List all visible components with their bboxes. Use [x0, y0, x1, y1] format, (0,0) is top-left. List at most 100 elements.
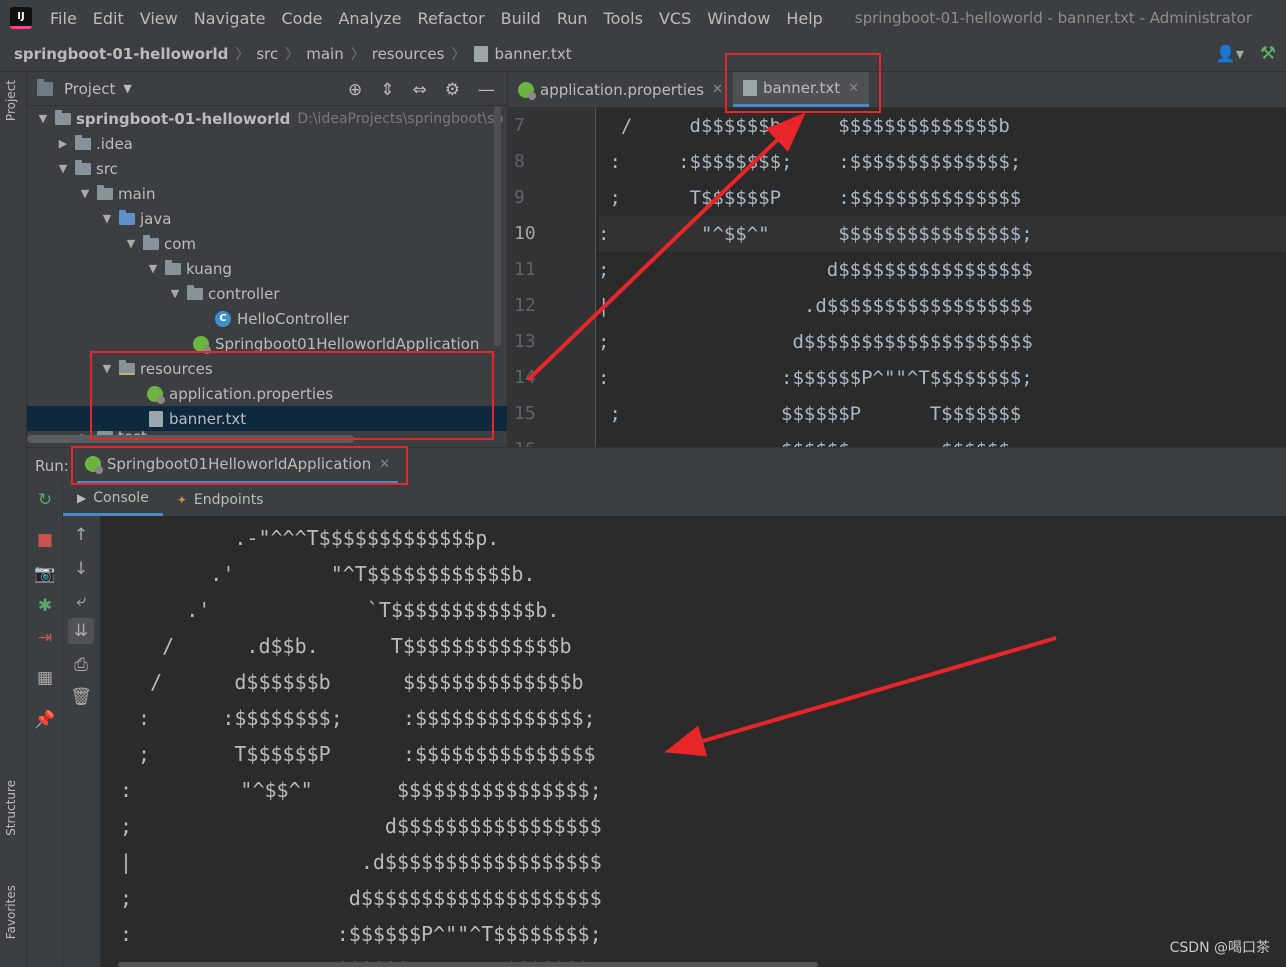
- run-toolbar-secondary: ↑ ↓ ⤶ ⇊ ⎙ 🗑: [63, 516, 101, 967]
- tree-node-main[interactable]: ▼ main: [27, 181, 507, 206]
- chevron-down-icon[interactable]: ▼: [99, 212, 115, 225]
- chevron-down-icon[interactable]: ▼: [123, 237, 139, 250]
- gear-icon[interactable]: ⚙: [445, 80, 460, 100]
- expand-all-icon[interactable]: ⇕: [380, 80, 394, 100]
- chevron-down-icon[interactable]: ▼: [35, 112, 51, 125]
- stop-icon[interactable]: ■: [32, 527, 58, 553]
- breadcrumb-src[interactable]: src: [256, 45, 278, 63]
- project-tool-tab[interactable]: Project: [4, 80, 18, 121]
- console-horizontal-scrollbar[interactable]: [118, 962, 818, 967]
- console-icon: ▶: [77, 491, 87, 505]
- menu-analyze[interactable]: Analyze: [330, 9, 409, 28]
- chevron-right-icon[interactable]: ▶: [55, 137, 71, 150]
- chevron-right-icon: 〉: [350, 46, 365, 63]
- java-class-icon: C: [215, 310, 231, 327]
- hide-icon[interactable]: —: [478, 80, 495, 100]
- chevron-down-icon[interactable]: ▼: [167, 287, 183, 300]
- tab-console-label: Console: [93, 490, 149, 506]
- soft-wrap-icon[interactable]: ⤶: [68, 588, 94, 614]
- run-label: Run:: [35, 456, 69, 475]
- tree-node-root[interactable]: ▼ springboot-01-helloworld D:\ideaProjec…: [27, 106, 507, 131]
- menu-edit[interactable]: Edit: [85, 9, 132, 28]
- menu-code[interactable]: Code: [274, 9, 331, 28]
- editor-line[interactable]: / d$$$$$$b $$$$$$$$$$$$$$b: [598, 108, 1286, 144]
- tree-node-idea[interactable]: ▶ .idea: [27, 131, 507, 156]
- menu-view[interactable]: View: [132, 9, 186, 28]
- exit-icon[interactable]: ⇥: [32, 625, 58, 651]
- debug-icon[interactable]: ✱: [32, 593, 58, 619]
- menu-file[interactable]: File: [42, 9, 85, 28]
- breadcrumb-main[interactable]: main: [306, 45, 343, 63]
- console-line: .' "^T$$$$$$$$$$$$b.: [126, 562, 536, 586]
- collapse-all-icon[interactable]: ⇔: [413, 80, 427, 100]
- print-icon[interactable]: ⎙: [68, 652, 94, 678]
- annotation-box-banner-tab: [725, 53, 881, 113]
- rerun-icon[interactable]: ↻: [32, 487, 58, 513]
- pin-icon[interactable]: 📌: [32, 707, 58, 733]
- console-output[interactable]: .-"^^^T$$$$$$$$$$$$$p. .' "^T$$$$$$$$$$$…: [102, 516, 1286, 967]
- tab-endpoints-label: Endpoints: [193, 491, 264, 508]
- tree-node-hellocontroller[interactable]: C HelloController: [27, 306, 507, 331]
- module-folder-icon: [55, 109, 71, 125]
- tree-label: src: [96, 159, 118, 178]
- tab-application-properties[interactable]: application.properties ✕: [508, 72, 733, 107]
- console-line: / .d$$b. T$$$$$$$$$$$$$b: [126, 634, 572, 658]
- tree-label: Springboot01HelloworldApplication: [215, 334, 480, 353]
- line-number: 9: [514, 187, 525, 208]
- menu-bar: IJ File Edit View Navigate Code Analyze …: [0, 0, 1286, 36]
- tree-node-com[interactable]: ▼ com: [27, 231, 507, 256]
- arrow-down-icon[interactable]: ↓: [68, 556, 94, 582]
- breadcrumb-banner[interactable]: banner.txt: [494, 45, 571, 63]
- editor-line[interactable]: ; $$$$$$P T$$$$$$$: [598, 396, 1286, 432]
- editor-line[interactable]: ; d$$$$$$$$$$$$$$$$$: [598, 252, 1286, 288]
- project-view-selector[interactable]: Project: [64, 80, 115, 98]
- menu-vcs[interactable]: VCS: [651, 9, 699, 28]
- menu-run[interactable]: Run: [549, 9, 596, 28]
- chevron-down-icon[interactable]: ▼: [77, 187, 93, 200]
- tab-console[interactable]: ▶ Console: [63, 483, 163, 516]
- arrow-up-icon[interactable]: ↑: [68, 522, 94, 548]
- layout-icon[interactable]: ▦: [32, 665, 58, 691]
- breadcrumb-resources[interactable]: resources: [372, 45, 445, 63]
- menu-refactor[interactable]: Refactor: [410, 9, 493, 28]
- favorites-tool-tab[interactable]: Favorites: [4, 885, 18, 939]
- menu-navigate[interactable]: Navigate: [186, 9, 274, 28]
- spring-boot-class-icon: [193, 335, 211, 354]
- chevron-down-icon[interactable]: ▼: [145, 262, 161, 275]
- chevron-right-icon: 〉: [285, 46, 300, 63]
- menu-window[interactable]: Window: [699, 9, 778, 28]
- chevron-down-icon[interactable]: ▼: [55, 162, 71, 175]
- editor-line[interactable]: | .d$$$$$$$$$$$$$$$$$$: [598, 288, 1286, 324]
- project-vertical-scrollbar[interactable]: [494, 106, 501, 346]
- text-file-icon: [474, 45, 489, 62]
- trash-icon[interactable]: 🗑: [68, 684, 94, 710]
- menu-help[interactable]: Help: [778, 9, 830, 28]
- build-hammer-icon[interactable]: ⚒: [1260, 43, 1276, 64]
- editor-line[interactable]: : :$$$$$$P^""^T$$$$$$$$;: [598, 360, 1286, 396]
- menu-build[interactable]: Build: [493, 9, 549, 28]
- breadcrumb-project[interactable]: springboot-01-helloworld: [14, 45, 228, 63]
- tree-node-java[interactable]: ▼ java: [27, 206, 507, 231]
- locate-icon[interactable]: ⊕: [348, 80, 362, 100]
- tree-node-kuang[interactable]: ▼ kuang: [27, 256, 507, 281]
- chevron-down-icon[interactable]: ▼: [123, 82, 131, 95]
- camera-icon[interactable]: 📷: [32, 561, 58, 587]
- structure-tool-tab[interactable]: Structure: [4, 780, 18, 836]
- left-tool-stripe: Project Structure Favorites: [0, 72, 27, 967]
- source-folder-icon: [119, 209, 135, 225]
- line-number: 15: [514, 403, 536, 424]
- editor-line[interactable]: : :$$$$$$$$; :$$$$$$$$$$$$$$;: [598, 144, 1286, 180]
- close-icon[interactable]: ✕: [712, 82, 723, 97]
- editor-line-current[interactable]: : "^$$^" $$$$$$$$$$$$$$$$;: [598, 216, 1286, 252]
- menu-tools[interactable]: Tools: [596, 9, 651, 28]
- user-dropdown-icon[interactable]: 👤▾: [1216, 44, 1244, 63]
- editor-line[interactable]: $$$$$$ $$$$$$: [598, 432, 1286, 447]
- line-number-current: 10: [514, 223, 536, 244]
- editor-line[interactable]: ; d$$$$$$$$$$$$$$$$$$$$: [598, 324, 1286, 360]
- tree-node-controller[interactable]: ▼ controller: [27, 281, 507, 306]
- tree-node-src[interactable]: ▼ src: [27, 156, 507, 181]
- scroll-to-end-icon[interactable]: ⇊: [68, 618, 94, 644]
- console-line: ; d$$$$$$$$$$$$$$$$$: [120, 814, 602, 838]
- editor-line[interactable]: ; T$$$$$$P :$$$$$$$$$$$$$$$: [598, 180, 1286, 216]
- tab-endpoints[interactable]: ✦ Endpoints: [163, 483, 278, 516]
